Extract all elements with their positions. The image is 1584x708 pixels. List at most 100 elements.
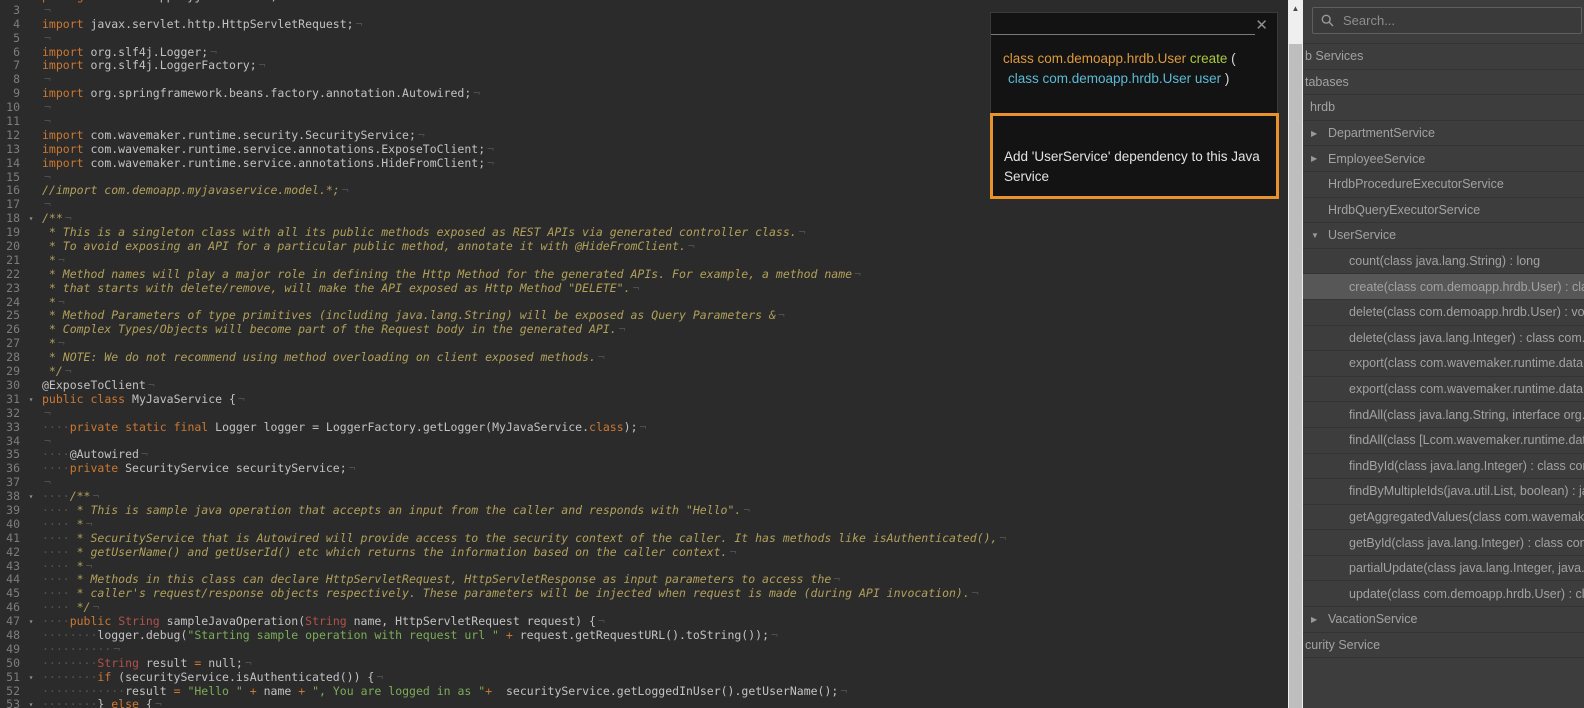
fold-gutter	[20, 4, 42, 18]
tree-item[interactable]: findAll(class [Lcom.wavemaker.runtime.da…	[1303, 428, 1584, 454]
tree-item[interactable]: tabases	[1303, 70, 1584, 96]
code-line[interactable]: 46···· */	[0, 601, 1288, 615]
code-line[interactable]: 30@ExposeToClient	[0, 379, 1288, 393]
code-line[interactable]: 22 * Method names will play a major role…	[0, 268, 1288, 282]
code-text: * To avoid exposing an API for a particu…	[42, 240, 1288, 254]
line-number: 25	[0, 309, 20, 323]
method-signature: class com.demoapp.hrdb.User create ( cla…	[1003, 49, 1271, 89]
tree-item[interactable]: export(class com.wavemaker.runtime.data.…	[1303, 377, 1584, 403]
search-box[interactable]	[1312, 7, 1582, 34]
scroll-up-arrow-icon[interactable]: ▲	[1288, 0, 1303, 18]
tree-item[interactable]: export(class com.wavemaker.runtime.data.…	[1303, 351, 1584, 377]
code-line[interactable]: 26 * Complex Types/Objects will become p…	[0, 323, 1288, 337]
code-line[interactable]: 41···· * SecurityService that is Autowir…	[0, 532, 1288, 546]
tree-item[interactable]: curity Service	[1303, 633, 1584, 659]
services-tree: b Servicestabaseshrdb▶DepartmentService▶…	[1303, 43, 1584, 658]
code-line[interactable]: 45···· * caller's request/response objec…	[0, 587, 1288, 601]
code-line[interactable]: 18▾/**	[0, 212, 1288, 226]
tree-item[interactable]: ▶EmployeeService	[1303, 146, 1584, 172]
code-text: ····private SecurityService securityServ…	[42, 462, 1288, 476]
tree-item[interactable]: findById(class java.lang.Integer) : clas…	[1303, 454, 1584, 480]
chevron-down-icon[interactable]: ▼	[1311, 231, 1328, 240]
dependency-hint-box[interactable]: Add 'UserService' dependency to this Jav…	[990, 113, 1279, 199]
code-line[interactable]: 20 * To avoid exposing an API for a part…	[0, 240, 1288, 254]
code-line[interactable]: 38▾····/**	[0, 490, 1288, 504]
code-line[interactable]: 51▾········if (securityService.isAuthent…	[0, 671, 1288, 685]
tree-item[interactable]: ▼UserService	[1303, 223, 1584, 249]
code-line[interactable]: 35····@Autowired	[0, 448, 1288, 462]
tree-item[interactable]: partialUpdate(class java.lang.Integer, j…	[1303, 556, 1584, 582]
code-line[interactable]: 42···· * getUserName() and getUserId() e…	[0, 546, 1288, 560]
chevron-right-icon[interactable]: ▶	[1311, 129, 1328, 138]
code-line[interactable]: 19 * This is a singleton class with all …	[0, 226, 1288, 240]
code-line[interactable]: 28 * NOTE: We do not recommend using met…	[0, 351, 1288, 365]
line-number: 46	[0, 601, 20, 615]
code-line[interactable]: 33····private static final Logger logger…	[0, 421, 1288, 435]
scrollbar-thumb[interactable]	[1289, 44, 1302, 708]
code-line[interactable]: 25 * Method Parameters of type primitive…	[0, 309, 1288, 323]
tree-item[interactable]: hrdb	[1303, 95, 1584, 121]
tree-item[interactable]: delete(class com.demoapp.hrdb.User) : vo…	[1303, 300, 1584, 326]
fold-gutter	[20, 657, 42, 671]
code-line[interactable]: 50········String result = null;	[0, 657, 1288, 671]
code-line[interactable]: 53▾········} else {	[0, 698, 1288, 708]
fold-gutter	[20, 629, 42, 643]
tree-item[interactable]: create(class com.demoapp.hrdb.User) : cl…	[1303, 274, 1584, 300]
fold-arrow-icon[interactable]: ▾	[20, 490, 42, 504]
code-line[interactable]: 37	[0, 476, 1288, 490]
tree-item[interactable]: HrdbProcedureExecutorService	[1303, 172, 1584, 198]
line-number: 50	[0, 657, 20, 671]
tree-item[interactable]: getById(class java.lang.Integer) : class…	[1303, 530, 1584, 556]
tree-item[interactable]: findAll(class java.lang.String, interfac…	[1303, 402, 1584, 428]
code-line[interactable]: 44···· * Methods in this class can decla…	[0, 573, 1288, 587]
code-line[interactable]: 27 *	[0, 337, 1288, 351]
search-input[interactable]	[1341, 12, 1573, 29]
code-line[interactable]: 47▾····public String sampleJavaOperation…	[0, 615, 1288, 629]
tree-item[interactable]: findByMultipleIds(java.util.List, boolea…	[1303, 479, 1584, 505]
code-line[interactable]: 43···· *	[0, 560, 1288, 574]
code-line[interactable]: 17	[0, 198, 1288, 212]
fold-arrow-icon[interactable]: ▾	[20, 615, 42, 629]
close-icon[interactable]: ✕	[1255, 16, 1268, 34]
line-number: 41	[0, 532, 20, 546]
code-text: /**	[42, 212, 1288, 226]
code-text	[42, 198, 1288, 212]
fold-arrow-icon[interactable]: ▾	[20, 671, 42, 685]
tree-item-label: HrdbQueryExecutorService	[1328, 203, 1480, 217]
tree-item[interactable]: count(class java.lang.String) : long	[1303, 249, 1584, 275]
code-line[interactable]: 52············result = "Hello " + name +…	[0, 685, 1288, 699]
code-line[interactable]: 32	[0, 407, 1288, 421]
tree-item[interactable]: ▶VacationService	[1303, 607, 1584, 633]
fold-gutter	[20, 46, 42, 60]
code-line[interactable]: 34	[0, 435, 1288, 449]
code-line[interactable]: 40···· *	[0, 518, 1288, 532]
code-line[interactable]: 39···· * This is sample java operation t…	[0, 504, 1288, 518]
tree-item[interactable]: ▶DepartmentService	[1303, 121, 1584, 147]
chevron-right-icon[interactable]: ▶	[1311, 615, 1328, 624]
tree-item-label: findById(class java.lang.Integer) : clas…	[1349, 459, 1584, 473]
dependency-hint-text: Add 'UserService' dependency to this Jav…	[1004, 147, 1264, 187]
chevron-right-icon[interactable]: ▶	[1311, 154, 1328, 163]
fold-gutter	[20, 587, 42, 601]
code-line[interactable]: 24 *	[0, 296, 1288, 310]
code-line[interactable]: 29 */	[0, 365, 1288, 379]
code-line[interactable]: 23 * that starts with delete/remove, wil…	[0, 282, 1288, 296]
signature-return-type: class com.demoapp.hrdb.User	[1003, 51, 1186, 66]
services-panel: b Servicestabaseshrdb▶DepartmentService▶…	[1303, 0, 1584, 708]
fold-arrow-icon[interactable]: ▾	[20, 212, 42, 226]
tree-item[interactable]: HrdbQueryExecutorService	[1303, 198, 1584, 224]
editor-scrollbar[interactable]: ▲	[1288, 0, 1303, 708]
code-text: ··········	[42, 643, 1288, 657]
tree-item[interactable]: b Services	[1303, 44, 1584, 70]
fold-arrow-icon[interactable]: ▾	[20, 393, 42, 407]
tree-item-label: tabases	[1305, 75, 1349, 89]
code-line[interactable]: 49··········	[0, 643, 1288, 657]
tree-item[interactable]: delete(class java.lang.Integer) : class …	[1303, 326, 1584, 352]
fold-arrow-icon[interactable]: ▾	[20, 698, 42, 708]
code-line[interactable]: 21 *	[0, 254, 1288, 268]
tree-item[interactable]: update(class com.demoapp.hrdb.User) : cl…	[1303, 581, 1584, 607]
code-line[interactable]: 48········logger.debug("Starting sample …	[0, 629, 1288, 643]
code-line[interactable]: 31▾public class MyJavaService {	[0, 393, 1288, 407]
tree-item[interactable]: getAggregatedValues(class com.wavemaker	[1303, 505, 1584, 531]
code-line[interactable]: 36····private SecurityService securitySe…	[0, 462, 1288, 476]
